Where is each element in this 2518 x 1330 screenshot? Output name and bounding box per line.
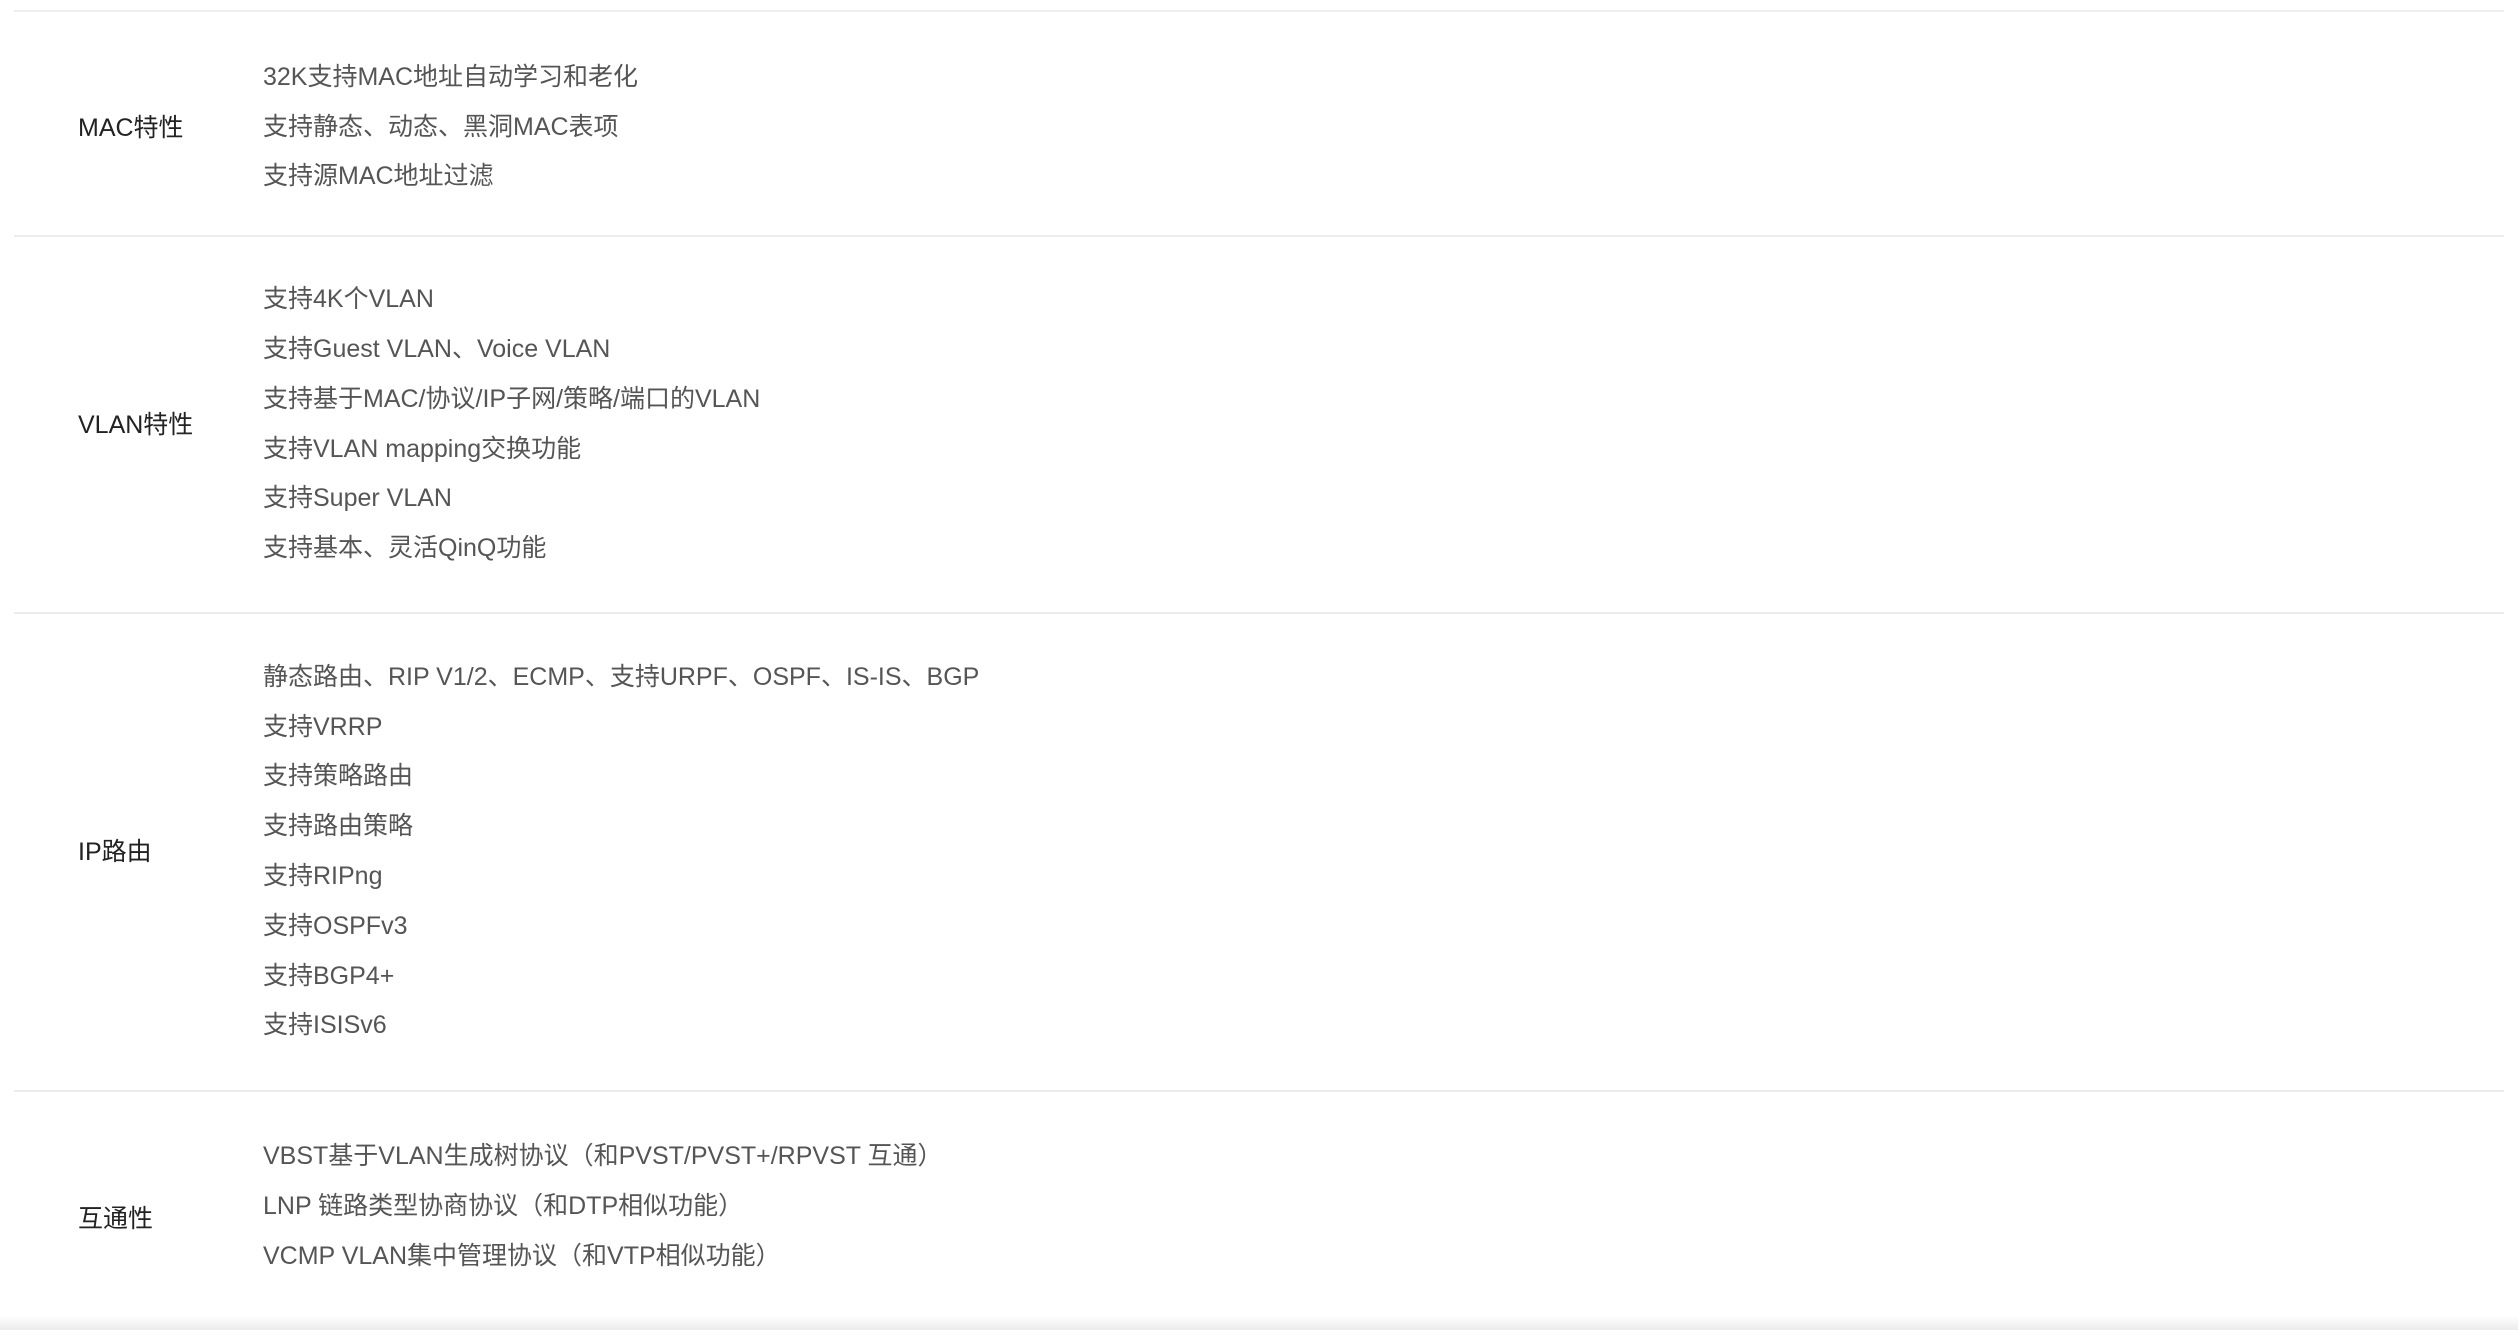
spec-row-mac: MAC特性 32K支持MAC地址自动学习和老化 支持静态、动态、黑洞MAC表项 … [14,12,2504,237]
spec-values-interoperability: VBST基于VLAN生成树协议（和PVST/PVST+/RPVST 互通） LN… [263,1132,2504,1281]
spec-table: MAC特性 32K支持MAC地址自动学习和老化 支持静态、动态、黑洞MAC表项 … [14,12,2504,1312]
spec-value: 支持RIPng [263,862,383,890]
spec-value: 支持源MAC地址过滤 [263,162,494,191]
spec-value: 支持4K个VLAN [263,285,434,314]
spec-label-mac: MAC特性 [78,113,184,142]
spec-value: 支持ISISv6 [263,1011,387,1040]
spec-page: MAC特性 32K支持MAC地址自动学习和老化 支持静态、动态、黑洞MAC表项 … [0,0,2518,1330]
spec-row-interoperability: 互通性 VBST基于VLAN生成树协议（和PVST/PVST+/RPVST 互通… [14,1092,2504,1312]
spec-values-vlan: 支持4K个VLAN 支持Guest VLAN、Voice VLAN 支持基于MA… [263,275,2504,574]
spec-value: 支持Super VLAN [263,484,452,513]
spec-value: VBST基于VLAN生成树协议（和PVST/PVST+/RPVST 互通） [263,1142,943,1170]
spec-value: 支持基于MAC/协议/IP子网/策略/端口的VLAN [263,384,761,413]
spec-label-ip-routing: IP路由 [78,838,152,866]
spec-value: VCMP VLAN集中管理协议（和VTP相似功能） [263,1241,781,1270]
spec-values-mac: 32K支持MAC地址自动学习和老化 支持静态、动态、黑洞MAC表项 支持源MAC… [263,53,2504,202]
spec-label-interoperability: 互通性 [78,1205,154,1233]
spec-value: 32K支持MAC地址自动学习和老化 [263,62,639,91]
spec-row-vlan: VLAN特性 支持4K个VLAN 支持Guest VLAN、Voice VLAN… [14,237,2504,614]
spec-value: 支持静态、动态、黑洞MAC表项 [263,112,619,141]
spec-value: 支持Guest VLAN、Voice VLAN [263,334,611,363]
spec-value: 支持OSPFv3 [263,911,408,940]
spec-value: LNP 链路类型协商协议（和DTP相似功能） [263,1191,744,1220]
spec-value: 支持BGP4+ [263,961,395,990]
spec-label-vlan: VLAN特性 [78,410,194,439]
spec-value: 支持路由策略 [263,812,414,841]
spec-value: 支持策略路由 [263,762,414,791]
spec-value: 静态路由、RIP V1/2、ECMP、支持URPF、OSPF、IS-IS、BGP [263,662,980,691]
spec-row-ip-routing: IP路由 静态路由、RIP V1/2、ECMP、支持URPF、OSPF、IS-I… [14,614,2504,1092]
spec-value: 支持VLAN mapping交换功能 [263,434,582,463]
spec-value: 支持基本、灵活QinQ功能 [263,534,547,563]
bottom-shadow [0,1316,2518,1330]
spec-value: 支持VRRP [263,712,383,741]
spec-values-ip-routing: 静态路由、RIP V1/2、ECMP、支持URPF、OSPF、IS-IS、BGP… [263,653,2504,1051]
